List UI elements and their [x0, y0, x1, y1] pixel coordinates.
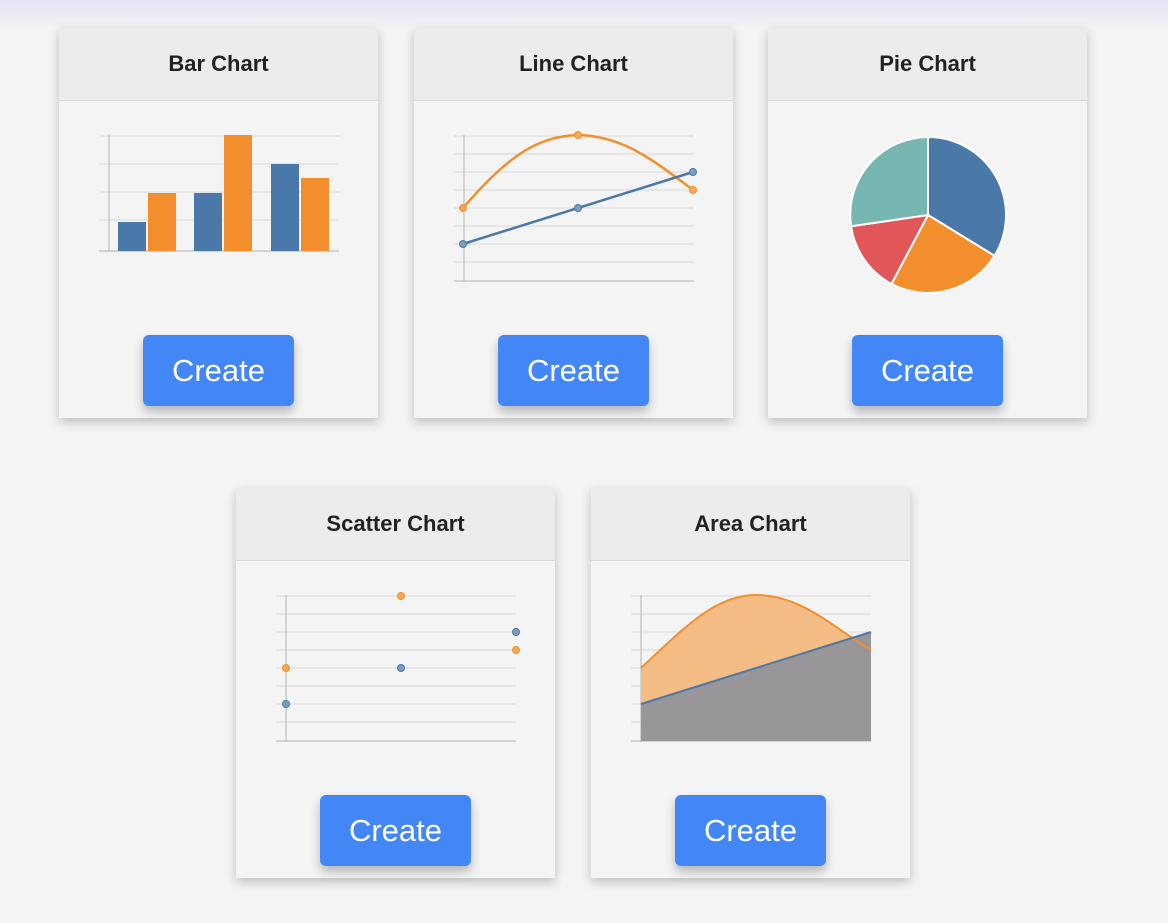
card-body: Create — [414, 101, 733, 418]
bar — [118, 222, 146, 251]
chart-card-scatter: Scatter Chart Create — [236, 488, 555, 878]
chart-card-line: Line Chart Create — [414, 28, 733, 418]
scatter-point — [282, 664, 290, 672]
card-body: Create — [591, 561, 910, 878]
data-point — [689, 186, 697, 194]
bar-chart-thumbnail — [99, 135, 339, 252]
card-title: Bar Chart — [59, 28, 378, 101]
data-point — [689, 168, 697, 176]
scatter-point — [512, 646, 520, 654]
data-point — [459, 240, 467, 248]
card-title: Scatter Chart — [236, 488, 555, 561]
line-chart-thumbnail — [454, 131, 697, 282]
card-title: Line Chart — [414, 28, 733, 101]
scatter-point — [282, 700, 290, 708]
pie-slice — [849, 135, 929, 228]
create-bar-chart-button[interactable]: Create — [143, 335, 294, 406]
data-point — [459, 204, 467, 212]
bar — [148, 193, 176, 251]
bar — [271, 164, 299, 251]
scatter-point — [512, 628, 520, 636]
top-bar — [0, 0, 1168, 28]
create-pie-chart-button[interactable]: Create — [852, 335, 1003, 406]
card-body: Create — [59, 101, 378, 418]
bar — [224, 135, 252, 251]
pie-chart-thumbnail — [849, 135, 1008, 294]
data-point — [574, 204, 582, 212]
create-scatter-chart-button[interactable]: Create — [320, 795, 471, 866]
data-point — [574, 131, 582, 139]
create-line-chart-button[interactable]: Create — [498, 335, 649, 406]
card-body: Create — [768, 101, 1087, 418]
card-body: Create — [236, 561, 555, 878]
chart-card-pie: Pie Chart Create — [768, 28, 1087, 418]
scatter-chart-thumbnail — [276, 592, 520, 742]
scatter-point — [397, 664, 405, 672]
bar — [194, 193, 222, 251]
chart-card-bar: Bar Chart Create — [59, 28, 378, 418]
area-chart-thumbnail — [631, 593, 872, 742]
create-area-chart-button[interactable]: Create — [675, 795, 826, 866]
card-title: Area Chart — [591, 488, 910, 561]
scatter-point — [397, 592, 405, 600]
bar — [301, 178, 329, 251]
chart-card-area: Area Chart Create — [591, 488, 910, 878]
card-title: Pie Chart — [768, 28, 1087, 101]
